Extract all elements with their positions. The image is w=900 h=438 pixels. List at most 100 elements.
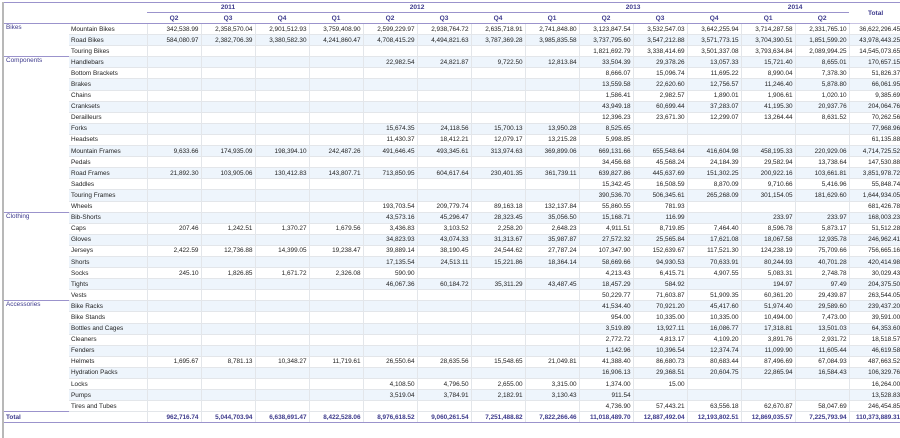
value-cell <box>146 45 201 58</box>
subcategory-label[interactable]: Bike Racks <box>69 300 147 313</box>
value-cell <box>200 300 255 313</box>
value-cell: 3,130.43 <box>524 389 580 402</box>
value-cell <box>470 345 526 357</box>
subcategory-label[interactable]: Wheels <box>69 201 147 213</box>
subcategory-label[interactable]: Pumps <box>69 389 147 402</box>
subcategory-label[interactable]: Jerseys <box>69 245 147 257</box>
value-cell <box>308 289 364 302</box>
value-cell: 233.97 <box>794 211 850 224</box>
subcategory-label[interactable]: Caps <box>69 223 147 235</box>
subcategory-label[interactable]: Pedals <box>69 156 147 169</box>
subcategory-label[interactable]: Forks <box>69 123 147 135</box>
value-cell: 3,714,287.58 <box>740 22 796 36</box>
value-cell: 16,508.59 <box>632 178 688 191</box>
quarter-header[interactable]: Q1 <box>525 12 580 24</box>
quarter-header[interactable]: Q3 <box>201 12 255 24</box>
value-cell <box>362 300 418 313</box>
quarter-header[interactable]: Q1 <box>741 12 796 24</box>
table-row: Bikes Mountain Bikes 342,538.99 2,358,570.0… <box>4 22 900 57</box>
value-cell <box>254 45 310 58</box>
value-cell: 2,382,706.39 <box>200 34 255 47</box>
category-label[interactable]: Clothing <box>4 211 69 301</box>
subcategory-label[interactable]: Mountain Bikes <box>69 22 147 36</box>
value-cell: 181,629.60 <box>794 189 850 202</box>
table-row: Helmets 1,695.67 8,781.13 10,348.27 11,719.6… <box>4 356 900 368</box>
table-row: Socks 245.10 1,826.85 1,671.72 2,326.08 590.9… <box>4 267 900 280</box>
value-cell <box>146 56 201 69</box>
table-row: Fenders 1,142.96 10,396.54 12,374.74 11,099.… <box>4 345 900 357</box>
subcategory-label[interactable]: Road Frames <box>69 167 147 180</box>
row-total-cell: 13,528.83 <box>848 389 900 402</box>
subcategory-label[interactable]: Headsets <box>69 134 147 147</box>
value-cell: 11,430.37 <box>362 134 418 147</box>
year-header[interactable]: 2011 <box>147 2 310 13</box>
value-cell: 207.46 <box>146 223 201 235</box>
row-total-cell: 55,848.74 <box>848 178 900 191</box>
subcategory-label[interactable]: Bottles and Cages <box>69 323 147 335</box>
quarter-header[interactable]: Q2 <box>147 12 201 24</box>
category-label[interactable]: Components <box>4 56 69 213</box>
subcategory-label[interactable]: Cranksets <box>69 101 147 113</box>
subcategory-label[interactable]: Handlebars <box>69 56 147 69</box>
value-cell <box>524 178 580 191</box>
category-label[interactable]: Bikes <box>4 22 69 57</box>
year-header[interactable]: 2013 <box>525 2 742 13</box>
value-cell: 63,556.18 <box>686 400 742 413</box>
value-cell <box>146 90 201 102</box>
value-cell <box>146 311 201 324</box>
sales-pivot-table: 2011 2012 2013 2014 Total Q2 Q3 Q4 Q1 Q2 Q3 Q4 Q1 Q2… <box>4 2 900 424</box>
value-cell <box>308 311 364 324</box>
quarter-header[interactable]: Q2 <box>579 12 634 24</box>
subcategory-label[interactable]: Tights <box>69 278 147 291</box>
value-cell <box>362 112 418 124</box>
category-label[interactable]: Accessories <box>4 300 69 412</box>
quarter-header[interactable]: Q2 <box>363 12 418 24</box>
value-cell <box>146 67 201 80</box>
subcategory-label[interactable]: Saddles <box>69 178 147 191</box>
value-cell <box>524 156 580 169</box>
subcategory-label[interactable]: Shorts <box>69 256 147 269</box>
subcategory-label[interactable]: Touring Bikes <box>69 45 147 58</box>
subcategory-label[interactable]: Socks <box>69 267 147 280</box>
subcategory-label[interactable]: Tires and Tubes <box>69 400 147 413</box>
table-row: Touring Bikes 1,821,692.79 3,338,414.69 3,5… <box>4 45 900 58</box>
quarter-header[interactable]: Q4 <box>471 12 526 24</box>
subcategory-label[interactable]: Locks <box>69 378 147 391</box>
value-cell <box>146 134 201 147</box>
quarter-header[interactable]: Q3 <box>633 12 688 24</box>
value-cell <box>254 289 310 302</box>
quarter-header[interactable]: Q3 <box>417 12 472 24</box>
subcategory-label[interactable]: Gloves <box>69 234 147 246</box>
quarter-header[interactable]: Q1 <box>309 12 364 24</box>
value-cell <box>254 201 310 213</box>
subcategory-label[interactable]: Touring Frames <box>69 189 147 202</box>
quarter-header[interactable]: Q4 <box>687 12 742 24</box>
value-cell: 1,695.67 <box>146 356 201 368</box>
subcategory-label[interactable]: Helmets <box>69 356 147 368</box>
quarter-header[interactable]: Q2 <box>795 12 850 24</box>
year-header[interactable]: 2012 <box>309 2 526 13</box>
subcategory-label[interactable]: Road Bikes <box>69 34 147 47</box>
subcategory-label[interactable]: Bike Stands <box>69 311 147 324</box>
subcategory-label[interactable]: Fenders <box>69 345 147 357</box>
value-cell <box>416 345 472 357</box>
subcategory-label[interactable]: Brakes <box>69 78 147 91</box>
subcategory-label[interactable]: Vests <box>69 289 147 302</box>
quarter-header[interactable]: Q4 <box>255 12 310 24</box>
subcategory-label[interactable]: Derailleurs <box>69 112 147 124</box>
subcategory-label[interactable]: Hydration Packs <box>69 367 147 380</box>
subcategory-label[interactable]: Bib-Shorts <box>69 211 147 224</box>
subcategory-label[interactable]: Mountain Frames <box>69 145 147 158</box>
value-cell <box>308 334 364 346</box>
value-cell <box>254 300 310 313</box>
total-value-cell: 6,638,691.47 <box>254 411 310 424</box>
total-header[interactable]: Total <box>849 2 900 24</box>
subcategory-label[interactable]: Cleaners <box>69 334 147 346</box>
year-header[interactable]: 2014 <box>741 2 850 13</box>
value-cell: 132,137.84 <box>524 201 580 213</box>
subcategory-label[interactable]: Chains <box>69 90 147 102</box>
value-cell: 117,521.30 <box>686 245 742 257</box>
value-cell: 12,935.78 <box>794 234 850 246</box>
table-row: Touring Frames 390,536.70 506,345.61 265,26… <box>4 189 900 202</box>
subcategory-label[interactable]: Bottom Brackets <box>69 67 147 80</box>
